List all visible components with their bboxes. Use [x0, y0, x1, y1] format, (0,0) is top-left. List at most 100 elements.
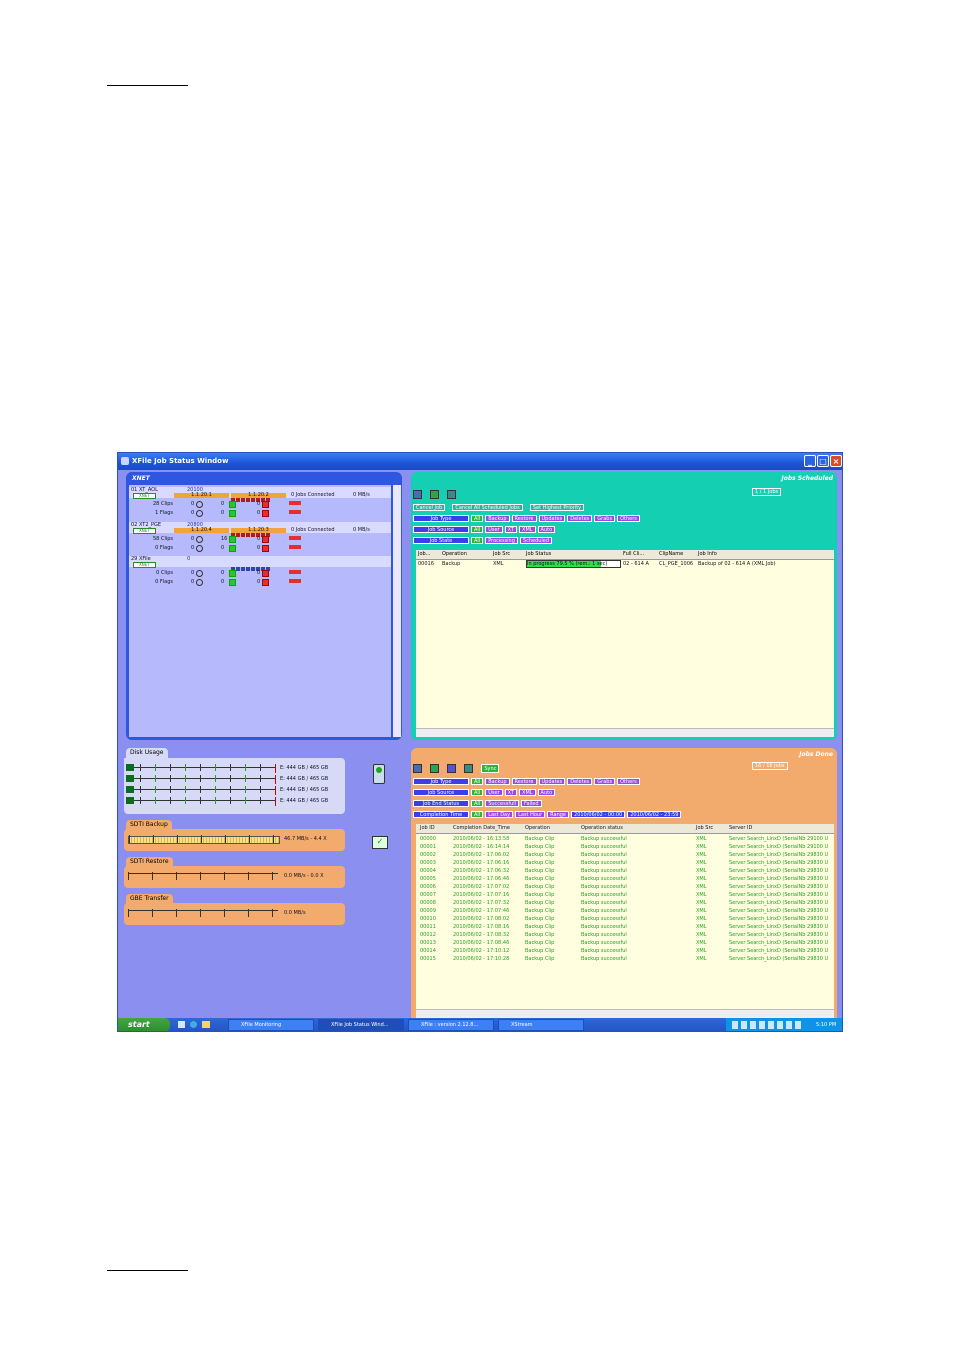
column-header[interactable]: Job Status [526, 551, 551, 557]
server-row[interactable]: 29 XFile XNET 0 [129, 556, 391, 571]
filter-option[interactable]: 2010/06/02 - 23:59 [627, 811, 682, 818]
filter-option[interactable]: Others [617, 515, 640, 522]
column-header[interactable]: Completion Date_Time [453, 825, 510, 831]
filter-option[interactable]: All [471, 537, 484, 544]
column-header[interactable]: Operation status [581, 825, 623, 831]
server-row[interactable]: 01 XT_AOL XNET 20100 1.1.20.1 1.1.20.2 0 Jobs… [129, 487, 391, 502]
filter-option[interactable]: User [485, 526, 503, 533]
table-row[interactable]: 00002 2010/06/02 - 17:06:02 Backup Clip Bac… [416, 851, 834, 859]
quick-launch-icon[interactable] [190, 1021, 197, 1028]
globe-icon[interactable] [430, 490, 440, 499]
minimize-button[interactable]: _ [804, 455, 816, 467]
flags-value-a: 0 [191, 510, 195, 516]
filter-option[interactable]: All [471, 800, 484, 807]
table-row[interactable]: 00001 2010/06/02 - 16:14:14 Backup Clip Bac… [416, 843, 834, 851]
filter-option[interactable]: XML [519, 789, 536, 796]
cancel-job-button[interactable]: Cancel Job [413, 504, 446, 511]
filter-option[interactable]: XML [519, 526, 536, 533]
server-row[interactable]: 02 XT2_PGE XNET 20800 1.1.20.4 1.1.20.3 0 Job… [129, 522, 391, 537]
filter-option[interactable]: Updates [538, 778, 566, 785]
table-row[interactable]: 00000 2010/06/02 - 16:13:58 Backup Clip Bac… [416, 835, 834, 843]
column-header[interactable]: Job Info [698, 551, 717, 557]
table-row[interactable]: 00011 2010/06/02 - 17:08:16 Backup Clip Bac… [416, 923, 834, 931]
filter-option[interactable]: All [471, 811, 484, 818]
set-highest-priority-button[interactable]: Set Highest Priority [529, 504, 585, 511]
gear-icon[interactable] [413, 490, 422, 499]
start-button[interactable]: start [118, 1018, 170, 1031]
filter-option[interactable]: User [485, 789, 503, 796]
table-row[interactable]: 00004 2010/06/02 - 17:06:32 Backup Clip Bac… [416, 867, 834, 875]
gear-icon[interactable] [413, 764, 422, 773]
table-row[interactable]: 00005 2010/06/02 - 17:06:46 Backup Clip Bac… [416, 875, 834, 883]
table-row[interactable]: 00012 2010/06/02 - 17:08:32 Backup Clip Bac… [416, 931, 834, 939]
column-header[interactable]: Operation [525, 825, 550, 831]
table-row[interactable]: 00009 2010/06/02 - 17:07:46 Backup Clip Bac… [416, 907, 834, 915]
cancel-all-scheduled-jobs-button[interactable]: Cancel All Scheduled Jobs [452, 504, 523, 511]
settings-icon[interactable] [447, 490, 457, 499]
title-bar[interactable]: XFile Job Status Window _ □ × [118, 453, 842, 470]
filter-option[interactable]: Processing [485, 537, 518, 544]
filter-option[interactable]: Others [617, 778, 640, 785]
column-header[interactable]: Operation [442, 551, 467, 557]
filter-option[interactable]: Restore [511, 778, 537, 785]
filter-option[interactable]: Restore [511, 515, 537, 522]
filter-option[interactable]: Last Day [485, 811, 514, 818]
table-row[interactable]: 00010 2010/06/02 - 17:08:02 Backup Clip Bac… [416, 915, 834, 923]
filter-option[interactable]: Last Hour [515, 811, 546, 818]
filter-option[interactable]: Failed [521, 800, 542, 807]
filter-option[interactable]: Deletes [567, 515, 593, 522]
table-cell: Server Search_LinxD (SerialNb 29830 U [729, 916, 829, 922]
column-header[interactable]: Job... [418, 551, 430, 557]
filter-option[interactable]: Backup [485, 515, 510, 522]
table-row[interactable]: 00014 2010/06/02 - 17:10:12 Backup Clip Bac… [416, 947, 834, 955]
filter-option[interactable]: XT [504, 789, 518, 796]
close-button[interactable]: × [830, 455, 842, 467]
scheduled-table-hscrollbar[interactable] [416, 728, 834, 737]
filter-option[interactable]: All [471, 778, 484, 785]
table-row[interactable]: 00015 2010/06/02 - 17:10:28 Backup Clip Bac… [416, 955, 834, 963]
quick-launch-icon[interactable] [178, 1021, 185, 1028]
column-header[interactable]: ClipName [659, 551, 683, 557]
column-header[interactable]: Job Src [493, 551, 510, 557]
filter-option[interactable]: All [471, 526, 484, 533]
folder-icon[interactable] [202, 1021, 210, 1028]
task-xstream[interactable]: XStream [498, 1019, 584, 1031]
filter-option[interactable]: XT [504, 526, 518, 533]
task-xfile-job-status[interactable]: XFile Job Status Wind... [318, 1019, 404, 1031]
table-row[interactable]: 00006 2010/06/02 - 17:07:02 Backup Clip Bac… [416, 883, 834, 891]
filter-option[interactable]: All [471, 789, 484, 796]
filter-option[interactable]: Grabs [594, 515, 616, 522]
filter-icon[interactable] [447, 764, 457, 773]
filter-option[interactable]: Backup [485, 778, 510, 785]
filter-option[interactable]: Scheduled [519, 537, 553, 544]
done-table-hscrollbar[interactable] [416, 1009, 834, 1018]
filter-option[interactable]: Deletes [567, 778, 593, 785]
tick-mark [272, 909, 273, 917]
table-row[interactable]: 00003 2010/06/02 - 17:06:16 Backup Clip Bac… [416, 859, 834, 867]
filter-option[interactable]: Auto [537, 789, 556, 796]
maximize-button[interactable]: □ [817, 455, 829, 467]
table-row[interactable]: 00016 Backup XML In progress 79.5 % (rem.: … [416, 560, 834, 568]
column-header[interactable]: Full Cli... [623, 551, 644, 557]
column-header[interactable]: Server ID [729, 825, 752, 831]
filter-option[interactable]: 2010/06/02 - 00:00 [571, 811, 626, 818]
task-xfile-monitoring[interactable]: XFile Monitoring [228, 1019, 314, 1031]
xnet-scrollbar[interactable] [393, 485, 401, 737]
table-row[interactable]: 00007 2010/06/02 - 17:07:16 Backup Clip Bac… [416, 891, 834, 899]
sync-button[interactable]: Sync [481, 764, 500, 773]
table-row[interactable]: 00008 2010/06/02 - 17:07:32 Backup Clip Bac… [416, 899, 834, 907]
xnet-tab[interactable]: XNET [128, 474, 164, 484]
filter-option[interactable]: Auto [537, 526, 556, 533]
column-header[interactable]: Job ID [420, 825, 435, 831]
settings-icon[interactable] [464, 764, 474, 773]
column-header[interactable]: Job Src [696, 825, 713, 831]
filter-option[interactable]: All [471, 515, 484, 522]
task-xfile-version[interactable]: XFile : version 2.12.8... [408, 1019, 494, 1031]
filter-option[interactable]: Range [547, 811, 570, 818]
filter-option[interactable]: Grabs [594, 778, 616, 785]
table-row[interactable]: 00013 2010/06/02 - 17:08:46 Backup Clip Bac… [416, 939, 834, 947]
globe-icon[interactable] [430, 764, 440, 773]
tray-icons[interactable] [732, 1021, 804, 1029]
filter-option[interactable]: Successfull [485, 800, 520, 807]
filter-option[interactable]: Updates [538, 515, 566, 522]
